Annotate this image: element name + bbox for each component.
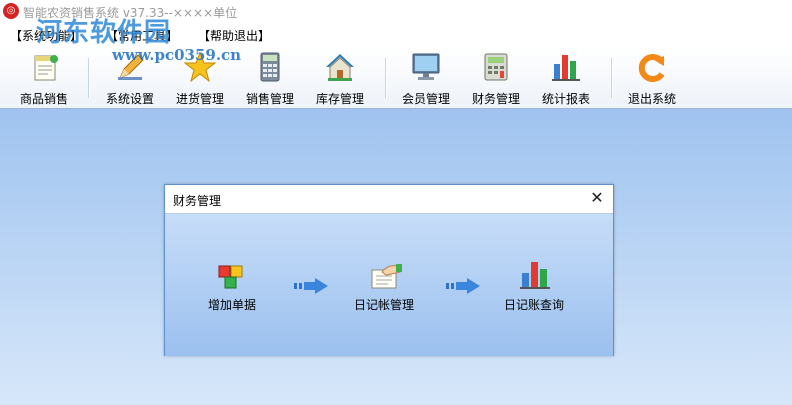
toolbar-label: 销售管理	[245, 92, 294, 106]
watermark-logo: 河东软件园	[36, 18, 172, 48]
flow-label: 日记帐管理	[354, 298, 415, 312]
hand-document-icon	[371, 264, 402, 289]
bar-chart-icon	[552, 55, 580, 81]
arrow-right-icon	[446, 278, 480, 294]
toolbar-member-management-button[interactable]: 会员管理	[396, 48, 456, 106]
notepad-icon	[34, 55, 58, 81]
toolbar-label: 系统设置	[105, 92, 154, 106]
toolbar-label: 库存管理	[315, 92, 364, 106]
finance-management-dialog: 财务管理 ✕ 增加单据 日记帐管理 日记账查询	[164, 184, 614, 356]
toolbar-label: 统计报表	[541, 92, 590, 106]
bar-chart-icon	[520, 262, 550, 289]
toolbar-sales-management-button[interactable]: 销售管理	[240, 48, 300, 106]
flow-label: 日记账查询	[504, 298, 565, 312]
watermark-url: www.pc0359.cn	[112, 46, 242, 64]
toolbar-label: 会员管理	[401, 92, 450, 106]
cash-register-icon	[484, 53, 508, 81]
app-logo-icon: ◎	[3, 3, 19, 19]
calculator-icon	[260, 52, 280, 82]
arrow-right-icon	[294, 278, 328, 294]
toolbar-label: 商品销售	[19, 92, 68, 106]
toolbar-label: 进货管理	[175, 92, 224, 106]
toolbar-finance-management-button[interactable]: 财务管理	[466, 48, 526, 106]
dialog-title: 财务管理	[173, 194, 222, 208]
toolbar-label: 退出系统	[627, 92, 676, 106]
toolbar-separator	[385, 58, 387, 98]
toolbar-separator	[88, 58, 90, 98]
toolbar-exit-system-button[interactable]: 退出系统	[622, 48, 682, 106]
flow-label: 增加单据	[208, 298, 257, 312]
menu-help-exit[interactable]: 【帮助退出】	[198, 27, 270, 44]
dialog-body: 增加单据 日记帐管理 日记账查询	[165, 213, 613, 356]
cubes-icon	[218, 265, 243, 289]
toolbar-product-sales-button[interactable]: 商品销售	[14, 48, 74, 106]
toolbar-label: 财务管理	[471, 92, 520, 106]
house-icon	[326, 54, 354, 81]
monitor-icon	[412, 53, 440, 80]
toolbar-statistics-report-button[interactable]: 统计报表	[536, 48, 596, 106]
toolbar-inventory-management-button[interactable]: 库存管理	[310, 48, 370, 106]
toolbar-separator	[611, 58, 613, 98]
close-icon[interactable]: ✕	[587, 188, 607, 208]
exit-icon	[638, 54, 665, 82]
